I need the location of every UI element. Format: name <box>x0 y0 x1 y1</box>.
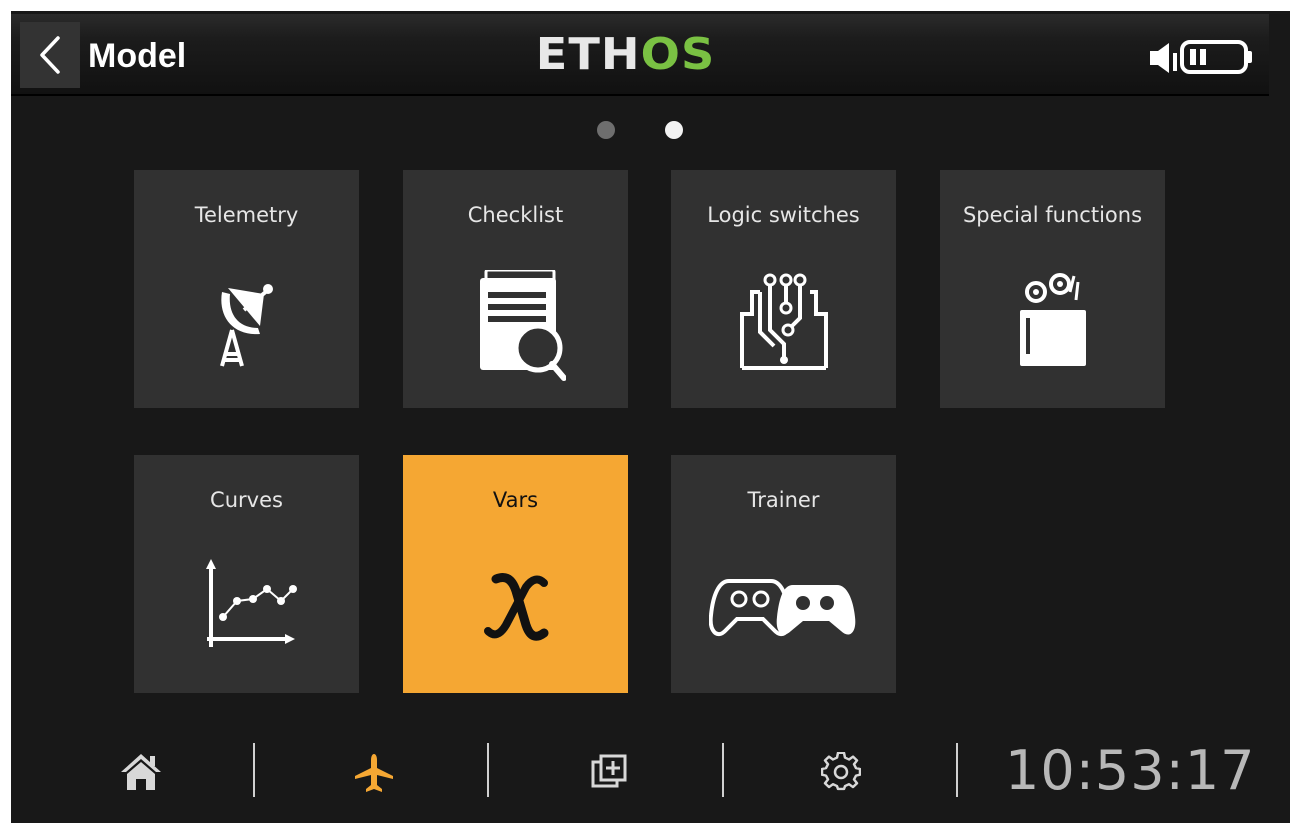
clock: 10:53:17 <box>1005 739 1256 802</box>
layers-add-icon[interactable] <box>589 752 629 792</box>
gears-box-icon <box>1019 273 1086 366</box>
tile-label: Checklist <box>467 203 564 227</box>
page-title: Model <box>88 37 187 75</box>
tile-label: Telemetry <box>194 203 299 227</box>
nav-separator <box>253 743 255 797</box>
top-bar-divider <box>11 94 1269 96</box>
line-graph-icon <box>205 559 297 647</box>
variable-x-icon <box>483 573 548 641</box>
checklist-search-icon <box>479 270 566 381</box>
tile-logic-switches[interactable]: Logic switches <box>671 170 896 408</box>
tile-vars[interactable]: Vars <box>403 455 628 693</box>
tile-curves[interactable]: Curves <box>134 455 359 693</box>
brand-logo: ETHOS <box>536 30 716 80</box>
gear-icon[interactable] <box>821 752 861 792</box>
gamepads-icon <box>708 579 855 637</box>
satellite-dish-icon <box>219 284 273 367</box>
tile-trainer[interactable]: Trainer <box>671 455 896 693</box>
page-indicator-dot-1[interactable] <box>597 121 615 139</box>
tile-telemetry[interactable]: Telemetry <box>134 170 359 408</box>
tile-special-functions[interactable]: Special functions <box>940 170 1165 408</box>
brand-logo-part2: OS <box>640 29 716 80</box>
brand-logo-part1: ETH <box>535 29 641 80</box>
tile-label: Logic switches <box>707 203 860 227</box>
volume-icon[interactable] <box>1149 41 1181 75</box>
screen-background <box>11 11 1290 823</box>
back-button[interactable] <box>20 22 80 88</box>
battery-icon[interactable] <box>1180 40 1260 74</box>
airplane-icon[interactable] <box>353 752 395 794</box>
chevron-left-icon <box>40 36 60 74</box>
tile-label: Special functions <box>962 203 1143 227</box>
tile-label: Trainer <box>747 488 820 512</box>
page-indicator-dot-2-active[interactable] <box>665 121 683 139</box>
tile-label: Curves <box>210 488 283 512</box>
tile-label: Vars <box>492 488 539 512</box>
logic-circuit-icon <box>739 273 828 370</box>
home-icon[interactable] <box>119 752 163 792</box>
tile-checklist[interactable]: Checklist <box>403 170 628 408</box>
nav-separator <box>722 743 724 797</box>
nav-separator <box>487 743 489 797</box>
nav-separator <box>956 743 958 797</box>
